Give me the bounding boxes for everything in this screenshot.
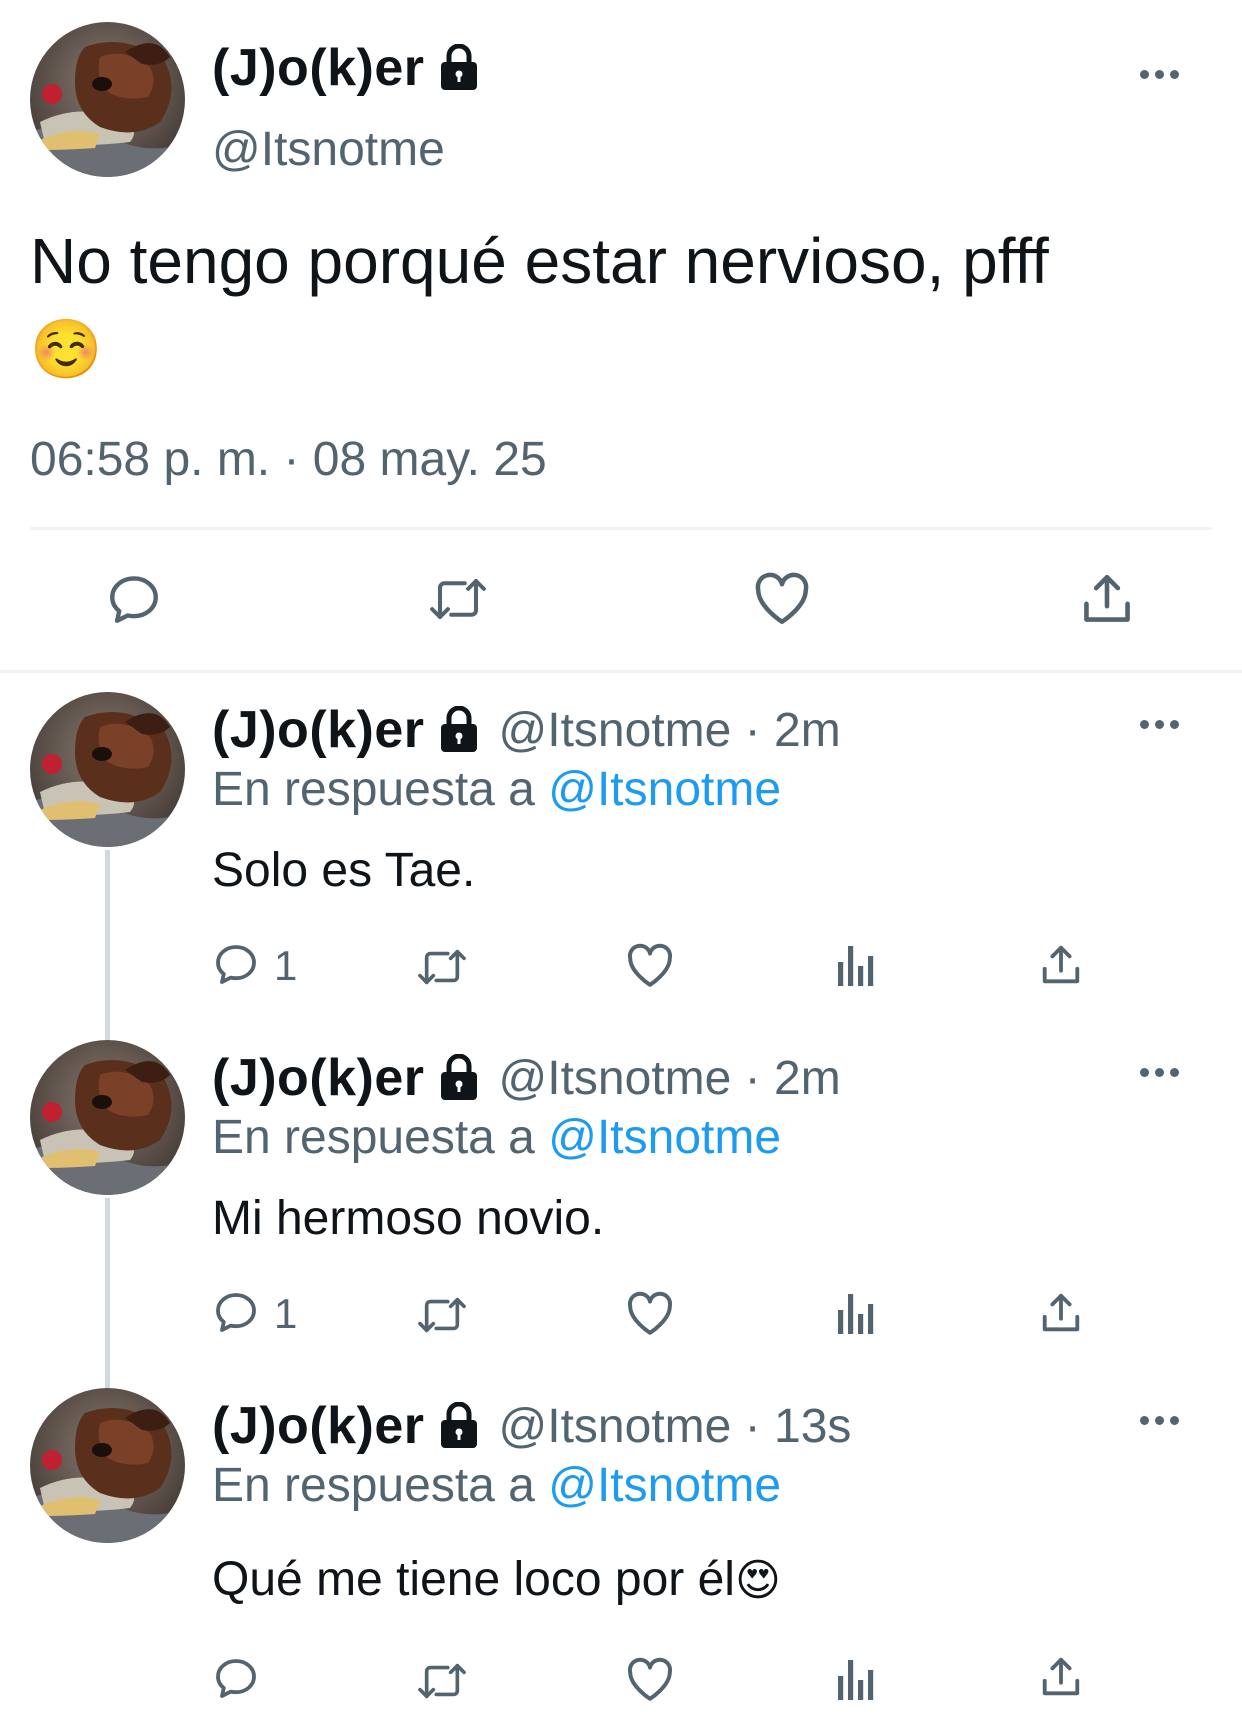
more-options-icon[interactable]: [1140, 70, 1180, 82]
thread-line: [105, 850, 110, 1040]
retweet-icon[interactable]: [414, 944, 470, 995]
share-icon[interactable]: [1038, 1654, 1084, 1705]
reply-prefix: En respuesta a: [212, 1459, 535, 1512]
like-icon[interactable]: [625, 1656, 675, 1707]
heart-eyes-emoji: 😍: [734, 1556, 781, 1605]
more-options-icon[interactable]: [1140, 1416, 1180, 1428]
like-icon[interactable]: [752, 570, 812, 631]
smiling-emoji: ☺️: [30, 317, 103, 382]
reply-text: Solo es Tae.: [212, 844, 476, 897]
reply-icon[interactable]: [212, 940, 260, 993]
reply-icon[interactable]: [105, 570, 163, 633]
like-icon[interactable]: [625, 1290, 675, 1341]
reply-text: Qué me tiene loco por él😍: [212, 1552, 781, 1607]
avatar[interactable]: [30, 692, 185, 847]
more-options-icon[interactable]: [1140, 720, 1180, 732]
retweet-icon[interactable]: [414, 1292, 470, 1343]
reply-prefix: En respuesta a: [212, 763, 535, 816]
reply-to-link[interactable]: @Itsnotme: [548, 1111, 781, 1164]
avatar[interactable]: [30, 1040, 185, 1195]
share-icon[interactable]: [1038, 942, 1084, 993]
more-options-icon[interactable]: [1140, 1068, 1180, 1080]
handle-time[interactable]: @Itsnotme · 2m: [499, 1051, 841, 1106]
views-icon[interactable]: [836, 1656, 876, 1705]
retweet-icon[interactable]: [414, 1658, 470, 1709]
handle-time[interactable]: @Itsnotme · 13s: [499, 1399, 852, 1454]
tweet-text-body: No tengo porqué estar nervioso, pfff: [30, 225, 1049, 297]
timestamp[interactable]: 06:58 p. m. · 08 may. 25: [30, 432, 547, 487]
reply-icon[interactable]: [212, 1654, 260, 1707]
reply-text: Mi hermoso novio.: [212, 1192, 605, 1245]
share-icon[interactable]: [1078, 570, 1136, 633]
handle[interactable]: @Itsnotme: [212, 122, 445, 177]
reply-context: En respuesta a @Itsnotme: [212, 762, 781, 817]
reply-prefix: En respuesta a: [212, 1111, 535, 1164]
reply-header: (J)o(k)er @Itsnotme · 2m: [212, 1048, 841, 1108]
reply-to-link[interactable]: @Itsnotme: [548, 1459, 781, 1512]
reply-context: En respuesta a @Itsnotme: [212, 1458, 781, 1513]
author-row: (J)o(k)er: [212, 38, 481, 98]
reply-context: En respuesta a @Itsnotme: [212, 1110, 781, 1165]
lock-icon: [437, 1402, 481, 1450]
display-name[interactable]: (J)o(k)er: [212, 38, 425, 98]
views-icon[interactable]: [836, 942, 876, 991]
display-name[interactable]: (J)o(k)er: [212, 700, 425, 760]
reply-count: 1: [274, 942, 298, 989]
views-icon[interactable]: [836, 1290, 876, 1339]
reply-header: (J)o(k)er @Itsnotme · 2m: [212, 700, 841, 760]
retweet-icon[interactable]: [425, 572, 491, 631]
reply-header: (J)o(k)er @Itsnotme · 13s: [212, 1396, 851, 1456]
divider: [30, 527, 1212, 530]
reply-text-body: Qué me tiene loco por él: [212, 1553, 735, 1606]
lock-icon: [437, 1054, 481, 1102]
share-icon[interactable]: [1038, 1290, 1084, 1341]
avatar[interactable]: [30, 22, 185, 177]
tweet-text: No tengo porqué estar nervioso, pfff ☺️: [30, 218, 1210, 393]
handle-time[interactable]: @Itsnotme · 2m: [499, 703, 841, 758]
reply-count: 1: [274, 1290, 298, 1337]
reply-to-link[interactable]: @Itsnotme: [548, 763, 781, 816]
display-name[interactable]: (J)o(k)er: [212, 1396, 425, 1456]
lock-icon: [437, 706, 481, 754]
like-icon[interactable]: [625, 942, 675, 993]
section-divider: [0, 670, 1242, 673]
thread-line: [105, 1198, 110, 1388]
avatar[interactable]: [30, 1388, 185, 1543]
display-name[interactable]: (J)o(k)er: [212, 1048, 425, 1108]
reply-icon[interactable]: [212, 1288, 260, 1341]
lock-icon: [437, 44, 481, 92]
